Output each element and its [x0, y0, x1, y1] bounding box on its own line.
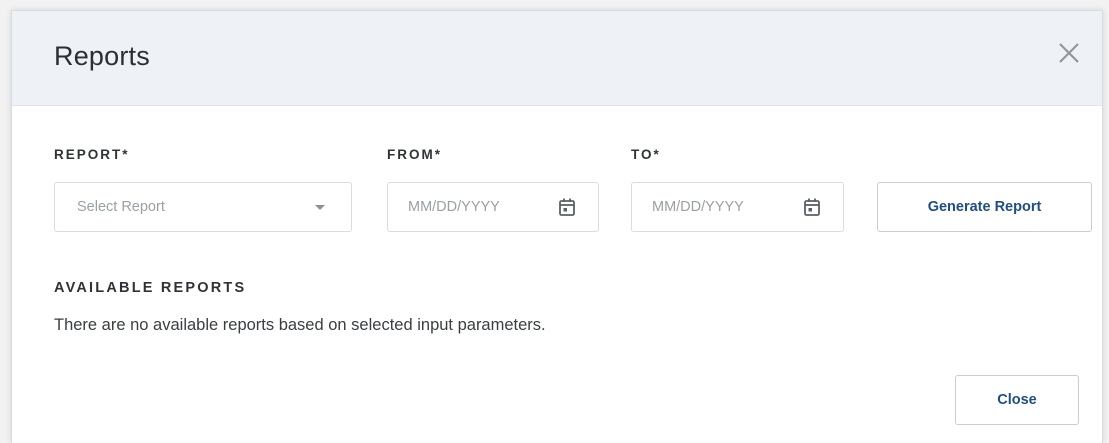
close-icon[interactable] — [1054, 38, 1084, 68]
chevron-down-icon — [315, 205, 325, 210]
reports-dialog: Reports REPORT* FROM* TO* Select Report … — [11, 10, 1103, 443]
from-label: FROM* — [387, 147, 442, 162]
report-select-value: Select Report — [77, 199, 165, 215]
report-label: REPORT* — [54, 147, 130, 162]
available-reports-heading: AVAILABLE REPORTS — [54, 280, 247, 296]
to-date-input[interactable]: MM/DD/YYYY — [631, 182, 844, 232]
dialog-title: Reports — [54, 41, 150, 71]
report-select[interactable]: Select Report — [54, 182, 352, 232]
generate-report-button[interactable]: Generate Report — [877, 182, 1092, 232]
to-date-placeholder: MM/DD/YYYY — [652, 199, 744, 215]
from-date-placeholder: MM/DD/YYYY — [408, 199, 500, 215]
calendar-icon[interactable] — [803, 197, 821, 217]
to-label: TO* — [631, 147, 661, 162]
dialog-header: Reports — [12, 11, 1102, 106]
calendar-icon[interactable] — [558, 197, 576, 217]
empty-state-message: There are no available reports based on … — [54, 316, 546, 334]
from-date-input[interactable]: MM/DD/YYYY — [387, 182, 599, 232]
close-button[interactable]: Close — [955, 375, 1079, 425]
